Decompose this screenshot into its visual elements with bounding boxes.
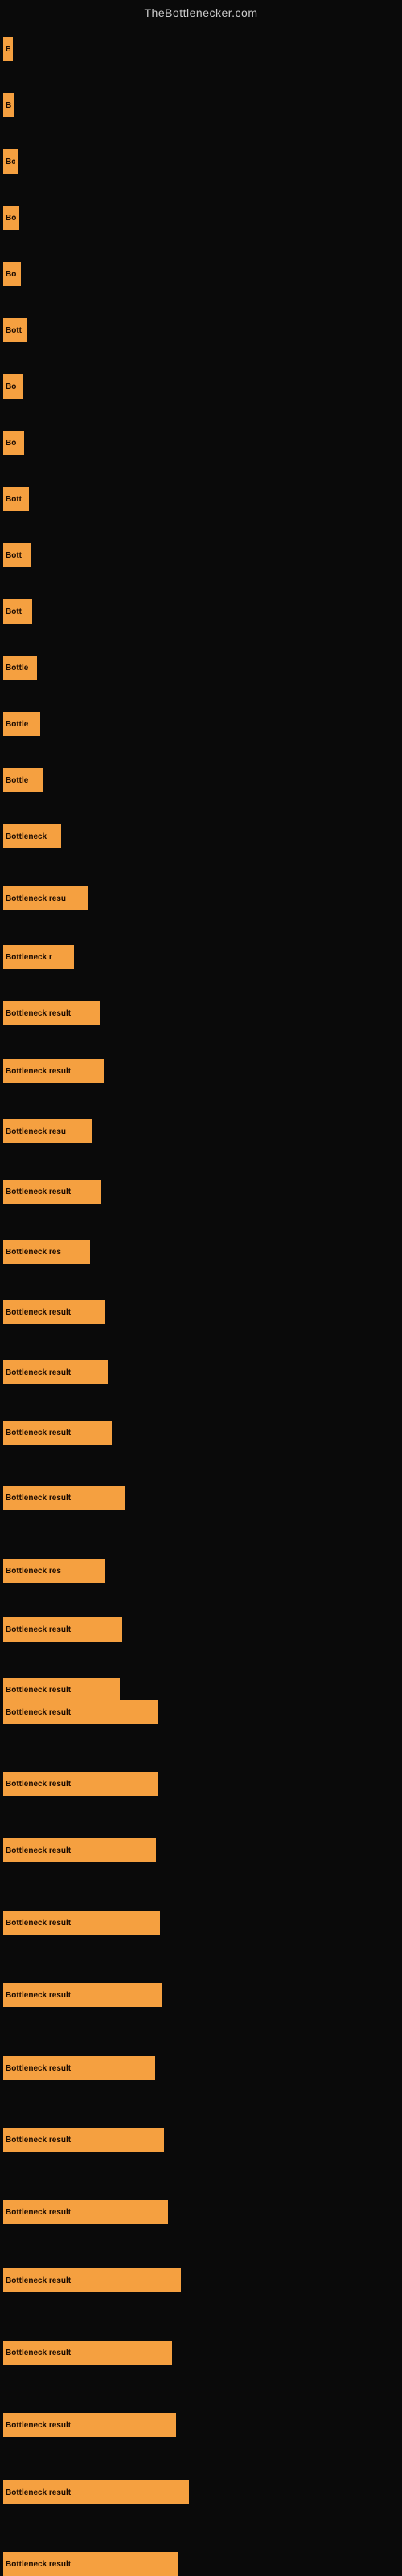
bar-item-18: Bottleneck result <box>3 1001 100 1025</box>
bar-label-23: Bottleneck result <box>6 1308 71 1317</box>
bar-label-1: B <box>6 45 10 54</box>
bar-label-17: Bottleneck r <box>6 953 52 962</box>
bar-item-22: Bottleneck res <box>3 1240 90 1264</box>
bar-item-31: Bottleneck result <box>3 1772 158 1796</box>
bar-label-35: Bottleneck result <box>6 2064 71 2073</box>
bar-label-41: Bottleneck result <box>6 2488 71 2497</box>
bar-item-36: Bottleneck result <box>3 2128 164 2152</box>
bar-item-15: Bottleneck <box>3 824 61 848</box>
bar-label-5: Bo <box>6 270 16 279</box>
bar-item-37: Bottleneck result <box>3 2200 168 2224</box>
bar-label-20: Bottleneck resu <box>6 1127 66 1136</box>
bar-item-5: Bo <box>3 262 21 286</box>
bar-label-31: Bottleneck result <box>6 1780 71 1789</box>
bar-label-19: Bottleneck result <box>6 1067 71 1076</box>
bar-item-35: Bottleneck result <box>3 2056 155 2080</box>
bar-item-11: Bott <box>3 599 32 624</box>
bar-item-30: Bottleneck result <box>3 1700 158 1724</box>
bar-label-27: Bottleneck res <box>6 1567 61 1576</box>
bar-item-41: Bottleneck result <box>3 2480 189 2504</box>
bar-label-29: Bottleneck result <box>6 1686 71 1695</box>
bar-item-29: Bottleneck result <box>3 1678 120 1702</box>
bar-item-40: Bottleneck result <box>3 2413 176 2437</box>
bar-label-8: Bo <box>6 439 16 448</box>
bar-label-24: Bottleneck result <box>6 1368 71 1377</box>
bar-label-18: Bottleneck result <box>6 1009 71 1018</box>
bar-label-14: Bottle <box>6 776 28 785</box>
bar-label-7: Bo <box>6 382 16 391</box>
bar-item-24: Bottleneck result <box>3 1360 108 1384</box>
bar-item-12: Bottle <box>3 656 37 680</box>
bar-label-25: Bottleneck result <box>6 1429 71 1437</box>
bar-item-27: Bottleneck res <box>3 1559 105 1583</box>
bar-item-4: Bo <box>3 206 19 230</box>
bar-item-9: Bott <box>3 487 29 511</box>
bar-label-34: Bottleneck result <box>6 1991 71 2000</box>
bar-item-23: Bottleneck result <box>3 1300 105 1324</box>
bar-item-42: Bottleneck result <box>3 2552 178 2576</box>
bar-label-28: Bottleneck result <box>6 1625 71 1634</box>
bar-item-13: Bottle <box>3 712 40 736</box>
bar-label-4: Bo <box>6 214 16 223</box>
bar-item-14: Bottle <box>3 768 43 792</box>
bar-label-21: Bottleneck result <box>6 1188 71 1196</box>
bar-item-28: Bottleneck result <box>3 1617 122 1642</box>
bar-label-39: Bottleneck result <box>6 2349 71 2357</box>
bar-item-38: Bottleneck result <box>3 2268 181 2292</box>
bar-label-2: B <box>6 101 11 110</box>
bar-item-17: Bottleneck r <box>3 945 74 969</box>
bar-label-3: Bo <box>6 157 15 166</box>
bar-label-33: Bottleneck result <box>6 1919 71 1928</box>
bar-item-33: Bottleneck result <box>3 1911 160 1935</box>
bar-item-10: Bott <box>3 543 31 567</box>
bar-item-7: Bo <box>3 374 23 399</box>
bar-label-30: Bottleneck result <box>6 1708 71 1717</box>
bar-item-21: Bottleneck result <box>3 1180 101 1204</box>
bar-item-3: Bo <box>3 149 18 174</box>
bar-item-20: Bottleneck resu <box>3 1119 92 1143</box>
bar-item-8: Bo <box>3 431 24 455</box>
bar-label-22: Bottleneck res <box>6 1248 61 1257</box>
site-title: TheBottlenecker.com <box>0 0 402 22</box>
bar-label-36: Bottleneck result <box>6 2136 71 2145</box>
bar-item-2: B <box>3 93 14 117</box>
bar-item-16: Bottleneck resu <box>3 886 88 910</box>
bar-item-39: Bottleneck result <box>3 2341 172 2365</box>
bar-label-11: Bott <box>6 607 22 616</box>
bar-label-13: Bottle <box>6 720 28 729</box>
bar-item-25: Bottleneck result <box>3 1421 112 1445</box>
bar-label-10: Bott <box>6 551 22 560</box>
bar-label-40: Bottleneck result <box>6 2421 71 2430</box>
bar-label-15: Bottleneck <box>6 832 47 841</box>
bar-item-26: Bottleneck result <box>3 1486 125 1510</box>
bar-label-6: Bott <box>6 326 22 335</box>
bar-label-38: Bottleneck result <box>6 2276 71 2285</box>
bar-item-6: Bott <box>3 318 27 342</box>
bar-item-19: Bottleneck result <box>3 1059 104 1083</box>
bar-item-34: Bottleneck result <box>3 1983 162 2007</box>
bar-label-26: Bottleneck result <box>6 1494 71 1503</box>
bar-label-32: Bottleneck result <box>6 1846 71 1855</box>
bar-label-9: Bott <box>6 495 22 504</box>
bar-label-42: Bottleneck result <box>6 2560 71 2569</box>
bar-label-37: Bottleneck result <box>6 2208 71 2217</box>
bar-item-32: Bottleneck result <box>3 1838 156 1862</box>
bar-label-12: Bottle <box>6 664 28 673</box>
bar-item-1: B <box>3 37 13 61</box>
bar-label-16: Bottleneck resu <box>6 894 66 903</box>
